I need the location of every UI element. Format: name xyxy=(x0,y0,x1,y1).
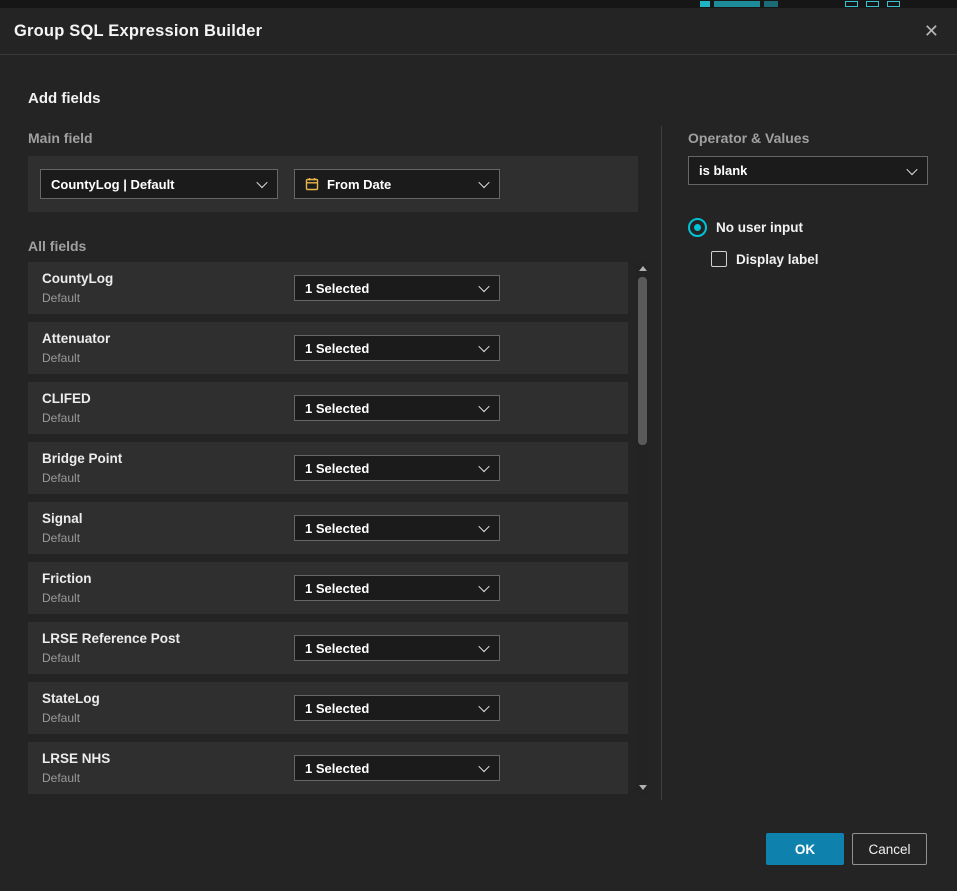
background-app-strip xyxy=(0,0,957,8)
field-selected-dropdown[interactable]: 1 Selected xyxy=(294,515,500,541)
all-fields-list: CountyLog Default 1 Selected Attenuator … xyxy=(28,262,628,802)
field-name: Attenuator xyxy=(42,331,110,346)
chevron-down-icon xyxy=(478,461,489,472)
field-name: Friction xyxy=(42,571,92,586)
field-row: StateLog Default 1 Selected xyxy=(28,682,628,734)
operator-values-label: Operator & Values xyxy=(688,130,809,146)
calendar-icon xyxy=(305,177,319,191)
field-sublabel: Default xyxy=(42,591,80,605)
chevron-down-icon xyxy=(478,701,489,712)
field-row: Signal Default 1 Selected xyxy=(28,502,628,554)
field-name: LRSE Reference Post xyxy=(42,631,180,646)
screen: Group SQL Expression Builder ✕ Add field… xyxy=(0,0,957,891)
field-row: Attenuator Default 1 Selected xyxy=(28,322,628,374)
app-strip-fragment xyxy=(714,1,760,7)
no-user-input-option[interactable]: No user input xyxy=(688,218,803,237)
main-field-panel: CountyLog | Default From Date xyxy=(28,156,638,212)
chevron-down-icon xyxy=(478,177,489,188)
main-field-source-value: CountyLog | Default xyxy=(51,177,175,192)
chevron-down-icon xyxy=(478,341,489,352)
field-selected-value: 1 Selected xyxy=(305,761,369,776)
dialog-title: Group SQL Expression Builder xyxy=(14,22,262,41)
ok-button[interactable]: OK xyxy=(766,833,844,865)
field-sublabel: Default xyxy=(42,351,80,365)
vertical-divider xyxy=(661,126,662,800)
operator-dropdown[interactable]: is blank xyxy=(688,156,928,185)
field-row: LRSE NHS Default 1 Selected xyxy=(28,742,628,794)
app-strip-fragment xyxy=(845,1,858,7)
field-name: StateLog xyxy=(42,691,100,706)
field-sublabel: Default xyxy=(42,291,80,305)
main-field-source-dropdown[interactable]: CountyLog | Default xyxy=(40,169,278,199)
app-strip-fragment xyxy=(700,1,710,7)
field-selected-dropdown[interactable]: 1 Selected xyxy=(294,635,500,661)
scroll-down-icon[interactable] xyxy=(639,785,647,790)
field-sublabel: Default xyxy=(42,411,80,425)
chevron-down-icon xyxy=(906,163,917,174)
chevron-down-icon xyxy=(478,281,489,292)
field-name: Bridge Point xyxy=(42,451,122,466)
field-row: LRSE Reference Post Default 1 Selected xyxy=(28,622,628,674)
radio-dot xyxy=(694,224,701,231)
checkbox-unchecked-icon[interactable] xyxy=(711,251,727,267)
section-title: Add fields xyxy=(28,90,101,107)
main-field-date-value: From Date xyxy=(327,177,391,192)
no-user-input-label: No user input xyxy=(716,220,803,235)
operator-value: is blank xyxy=(699,163,747,178)
chevron-down-icon xyxy=(478,521,489,532)
field-sublabel: Default xyxy=(42,651,80,665)
field-selected-dropdown[interactable]: 1 Selected xyxy=(294,455,500,481)
field-selected-value: 1 Selected xyxy=(305,281,369,296)
app-strip-fragment xyxy=(887,1,900,7)
field-selected-value: 1 Selected xyxy=(305,461,369,476)
field-selected-value: 1 Selected xyxy=(305,641,369,656)
field-name: Signal xyxy=(42,511,83,526)
main-field-label: Main field xyxy=(28,130,93,146)
field-selected-value: 1 Selected xyxy=(305,581,369,596)
app-strip-fragment xyxy=(866,1,879,7)
chevron-down-icon xyxy=(478,401,489,412)
scrollbar-thumb[interactable] xyxy=(638,277,647,445)
field-row: Friction Default 1 Selected xyxy=(28,562,628,614)
radio-selected-icon[interactable] xyxy=(688,218,707,237)
display-label-text: Display label xyxy=(736,252,819,267)
scrollbar[interactable] xyxy=(636,262,649,794)
sql-expression-builder-dialog: Group SQL Expression Builder ✕ Add field… xyxy=(0,8,957,891)
cancel-button[interactable]: Cancel xyxy=(852,833,927,865)
field-selected-value: 1 Selected xyxy=(305,341,369,356)
field-selected-dropdown[interactable]: 1 Selected xyxy=(294,275,500,301)
scroll-up-icon[interactable] xyxy=(639,266,647,271)
chevron-down-icon xyxy=(256,177,267,188)
field-sublabel: Default xyxy=(42,711,80,725)
field-name: CLIFED xyxy=(42,391,91,406)
dialog-titlebar: Group SQL Expression Builder ✕ xyxy=(0,8,957,55)
field-sublabel: Default xyxy=(42,531,80,545)
field-sublabel: Default xyxy=(42,771,80,785)
chevron-down-icon xyxy=(478,641,489,652)
chevron-down-icon xyxy=(478,761,489,772)
field-selected-dropdown[interactable]: 1 Selected xyxy=(294,575,500,601)
field-selected-dropdown[interactable]: 1 Selected xyxy=(294,335,500,361)
field-selected-dropdown[interactable]: 1 Selected xyxy=(294,395,500,421)
chevron-down-icon xyxy=(478,581,489,592)
field-selected-value: 1 Selected xyxy=(305,521,369,536)
main-field-date-dropdown[interactable]: From Date xyxy=(294,169,500,199)
field-row: Bridge Point Default 1 Selected xyxy=(28,442,628,494)
app-strip-fragment xyxy=(764,1,778,7)
field-row: CLIFED Default 1 Selected xyxy=(28,382,628,434)
field-selected-dropdown[interactable]: 1 Selected xyxy=(294,695,500,721)
field-name: LRSE NHS xyxy=(42,751,110,766)
field-selected-dropdown[interactable]: 1 Selected xyxy=(294,755,500,781)
close-icon[interactable]: ✕ xyxy=(920,20,943,42)
display-label-option[interactable]: Display label xyxy=(711,251,819,267)
field-selected-value: 1 Selected xyxy=(305,401,369,416)
field-sublabel: Default xyxy=(42,471,80,485)
all-fields-label: All fields xyxy=(28,238,86,254)
field-name: CountyLog xyxy=(42,271,113,286)
field-row: CountyLog Default 1 Selected xyxy=(28,262,628,314)
field-selected-value: 1 Selected xyxy=(305,701,369,716)
